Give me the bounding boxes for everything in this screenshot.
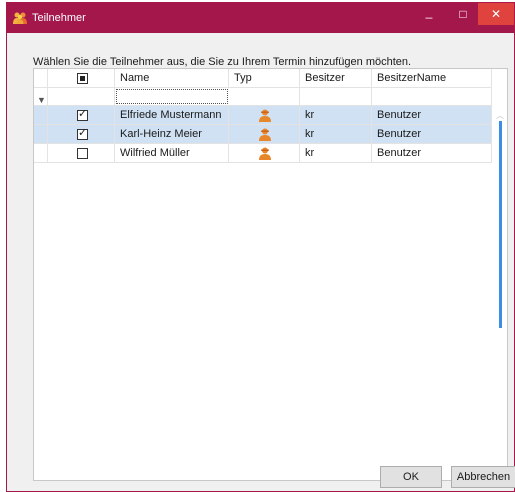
type-cell xyxy=(229,125,300,143)
table-row[interactable]: ✓ Elfriede Mustermann kr Benutzer xyxy=(34,106,492,125)
ok-button[interactable]: OK xyxy=(380,466,442,488)
table-row[interactable]: Wilfried Müller kr Benutzer xyxy=(34,144,492,163)
owner-name-cell: Benutzer xyxy=(372,125,492,143)
person-icon xyxy=(259,128,271,141)
name-cell: Wilfried Müller xyxy=(115,144,229,162)
scroll-up-icon[interactable]: ︿ xyxy=(495,110,505,120)
window-title: Teilnehmer xyxy=(32,12,86,24)
select-all-checkbox[interactable] xyxy=(77,73,88,84)
dialog-content: Wählen Sie die Teilnehmer aus, die Sie z… xyxy=(8,33,515,491)
row-checkbox[interactable] xyxy=(77,148,88,159)
row-select-cell: ✓ xyxy=(48,106,115,124)
owner-name-cell: Benutzer xyxy=(372,106,492,124)
header-indicator-cell xyxy=(34,69,48,87)
checkmark-icon: ✓ xyxy=(78,126,88,139)
type-filter-cell[interactable] xyxy=(229,88,300,105)
type-cell xyxy=(229,144,300,162)
person-icon xyxy=(259,109,271,122)
row-checkbox[interactable]: ✓ xyxy=(77,126,88,140)
maximize-button[interactable]: □ xyxy=(446,3,480,25)
name-cell: Karl-Heinz Meier xyxy=(115,125,229,143)
close-button[interactable]: ✕ xyxy=(478,3,514,25)
cancel-button[interactable]: Abbrechen xyxy=(451,466,515,488)
type-cell xyxy=(229,106,300,124)
name-filter-input[interactable] xyxy=(116,89,228,104)
row-select-cell: ✓ xyxy=(48,125,115,143)
owner-name-filter-cell[interactable] xyxy=(372,88,492,105)
title-bar[interactable]: Teilnehmer _ □ ✕ xyxy=(7,3,514,33)
dialog-window: Teilnehmer _ □ ✕ Wählen Sie die Teilnehm… xyxy=(6,2,515,492)
filter-icon[interactable]: ▼ xyxy=(37,91,46,105)
filter-row: ▼ xyxy=(34,88,492,106)
row-checkbox[interactable]: ✓ xyxy=(77,107,88,121)
scroll-thumb[interactable] xyxy=(499,121,502,328)
header-select-cell xyxy=(48,69,115,87)
owner-filter-cell[interactable] xyxy=(300,88,372,105)
row-indicator xyxy=(34,144,48,162)
owner-cell: kr xyxy=(300,144,372,162)
name-cell: Elfriede Mustermann xyxy=(115,106,229,124)
checkmark-icon: ✓ xyxy=(78,107,88,120)
instruction-text: Wählen Sie die Teilnehmer aus, die Sie z… xyxy=(33,56,412,68)
filter-select-cell xyxy=(48,88,115,105)
minimize-icon: _ xyxy=(425,5,433,19)
minimize-button[interactable]: _ xyxy=(412,3,446,25)
vertical-scrollbar[interactable]: ︿ ﹀ xyxy=(492,106,507,480)
owner-cell: kr xyxy=(300,125,372,143)
maximize-icon: □ xyxy=(459,7,467,21)
row-select-cell xyxy=(48,144,115,162)
row-indicator xyxy=(34,125,48,143)
column-header-owner-name[interactable]: BesitzerName xyxy=(372,69,492,87)
people-icon xyxy=(13,12,27,24)
owner-cell: kr xyxy=(300,106,372,124)
column-header-name[interactable]: Name xyxy=(115,69,229,87)
participants-grid: Name Typ Besitzer BesitzerName ▼ ✓ Elfri… xyxy=(33,68,508,481)
column-header-owner[interactable]: Besitzer xyxy=(300,69,372,87)
person-icon xyxy=(259,147,271,160)
close-icon: ✕ xyxy=(490,7,502,21)
filter-indicator-cell: ▼ xyxy=(34,88,48,105)
owner-name-cell: Benutzer xyxy=(372,144,492,162)
table-row[interactable]: ✓ Karl-Heinz Meier kr Benutzer xyxy=(34,125,492,144)
row-indicator xyxy=(34,106,48,124)
grid-header-row: Name Typ Besitzer BesitzerName xyxy=(34,69,492,88)
column-header-type[interactable]: Typ xyxy=(229,69,300,87)
